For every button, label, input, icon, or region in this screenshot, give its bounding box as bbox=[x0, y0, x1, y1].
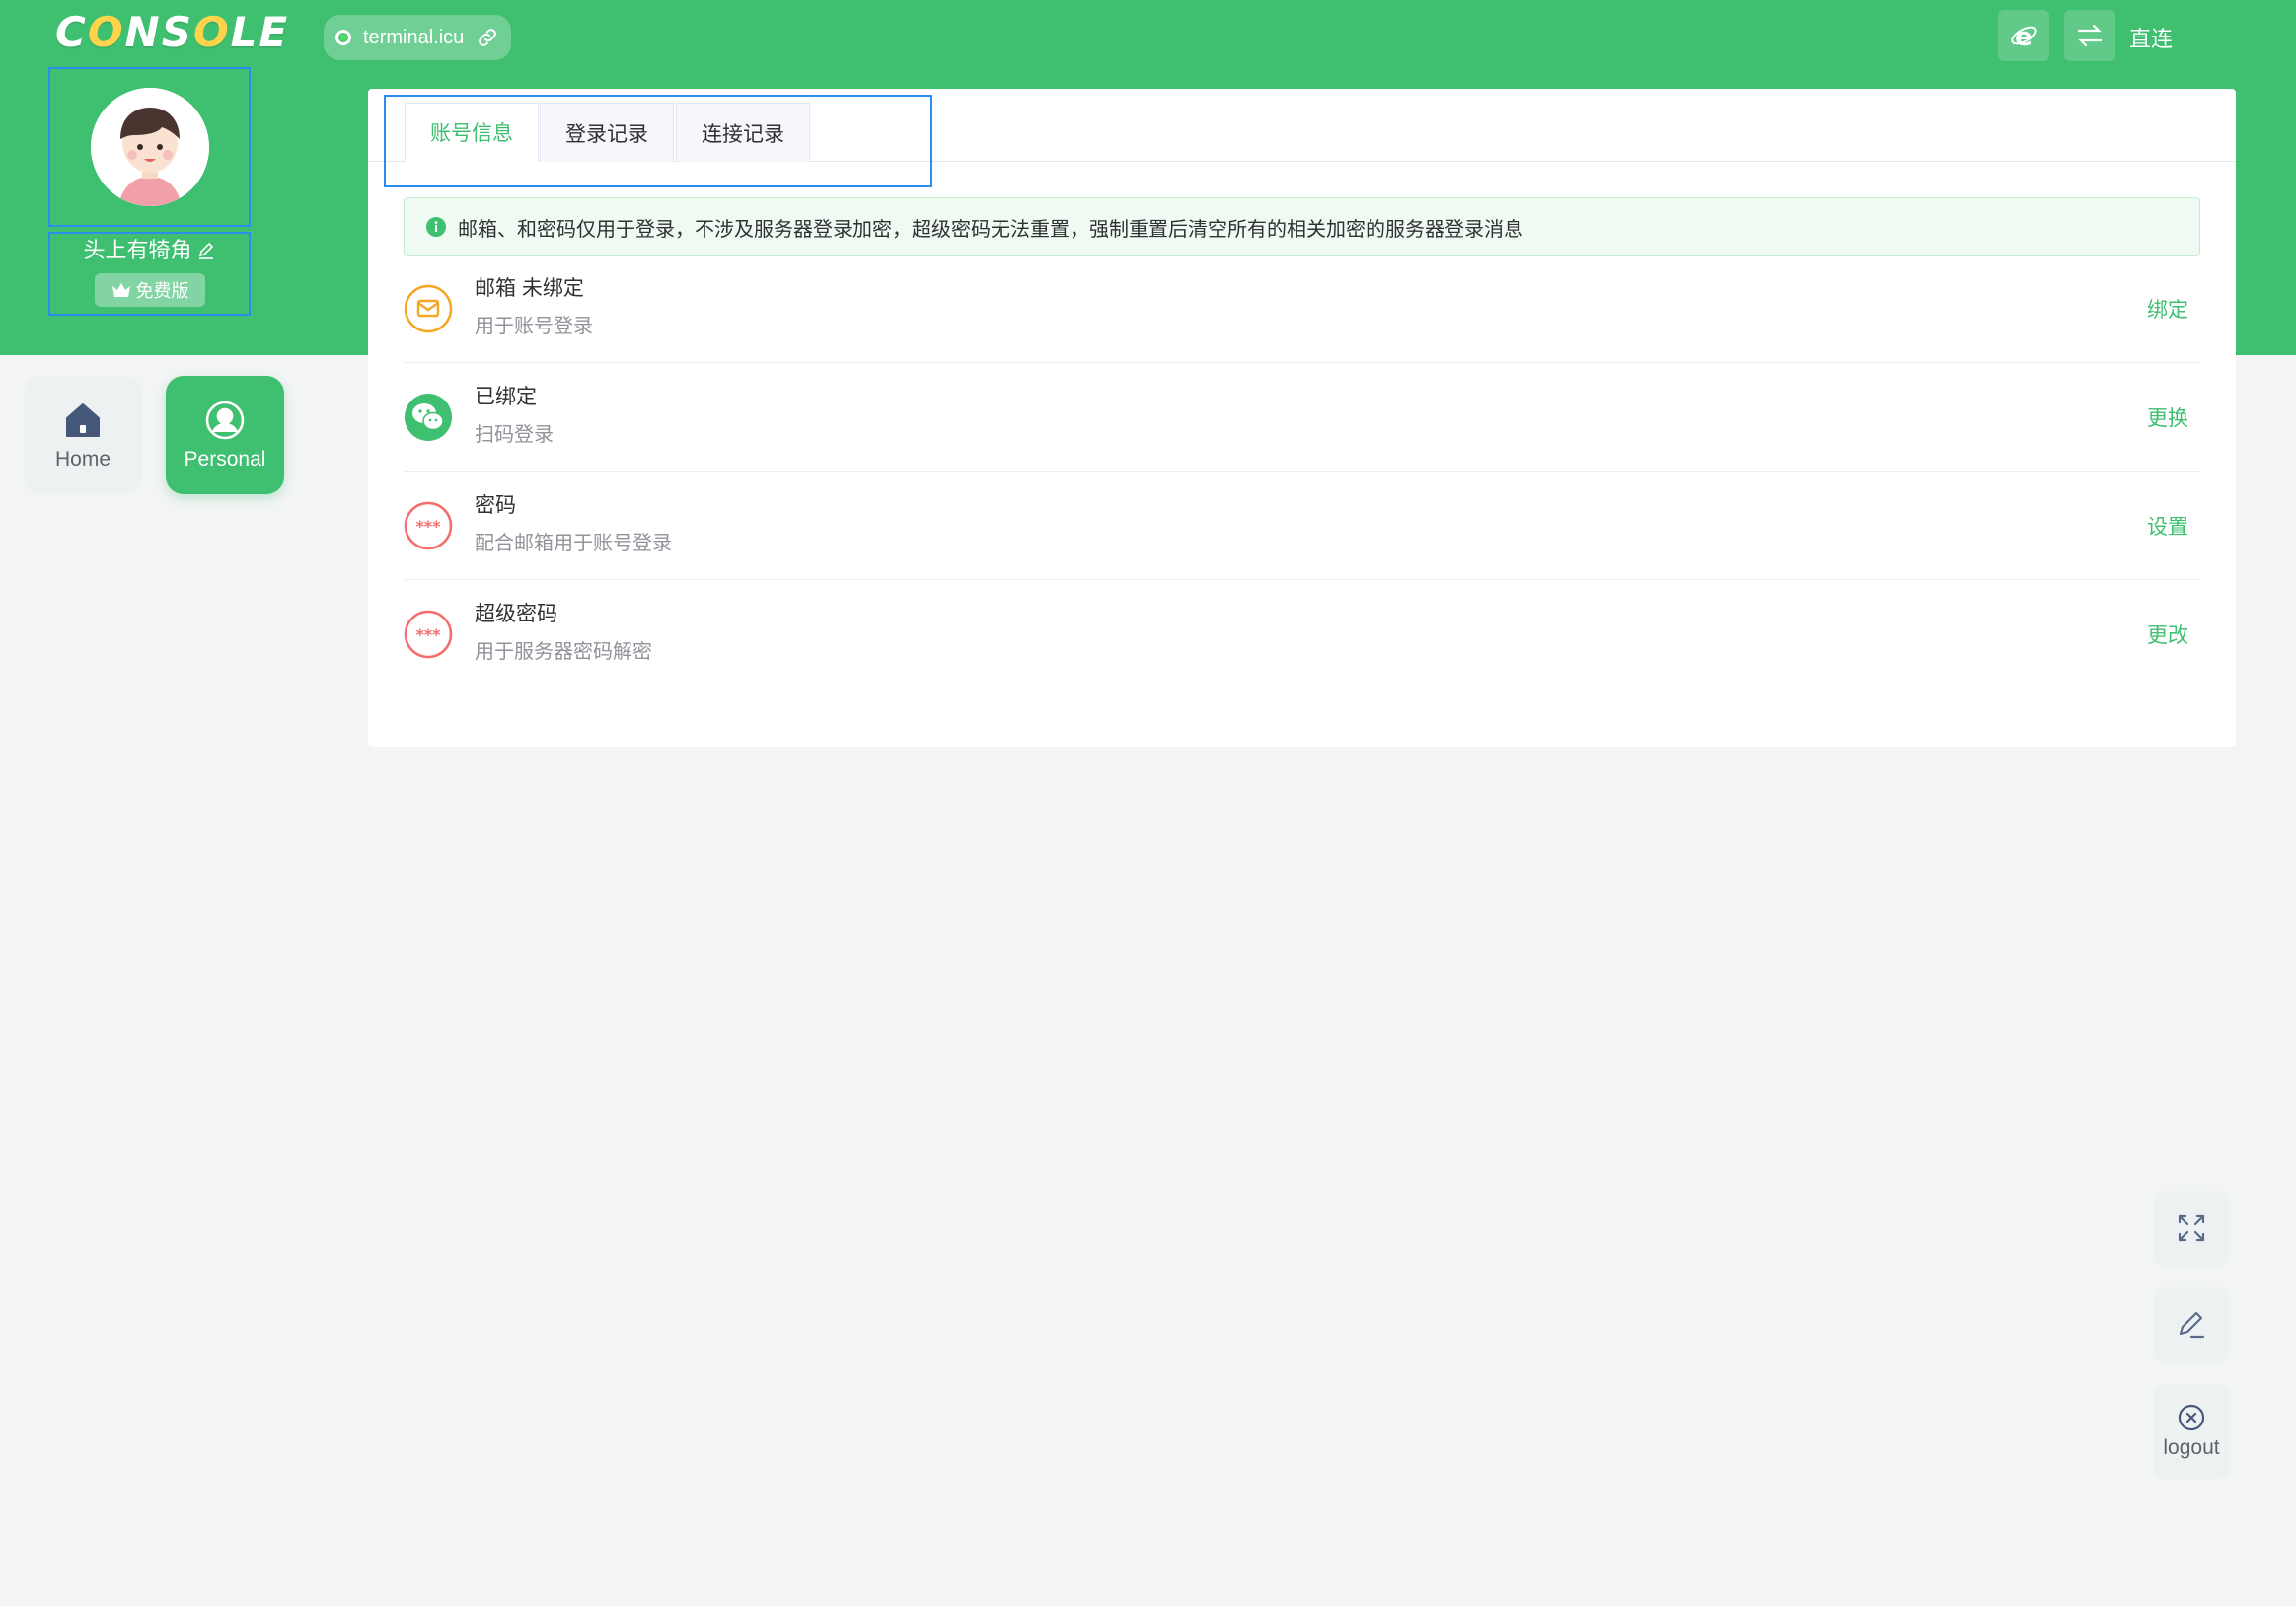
app-logo: CONSOLE bbox=[55, 8, 290, 56]
svg-text:***: *** bbox=[415, 517, 441, 536]
password-icon: *** bbox=[404, 501, 453, 550]
info-icon bbox=[426, 217, 446, 237]
row-desc: 用于服务器密码解密 bbox=[475, 641, 652, 663]
browser-button[interactable]: e bbox=[1998, 10, 2049, 61]
link-icon bbox=[479, 29, 497, 46]
fullscreen-icon bbox=[2178, 1214, 2205, 1242]
row-title: 密码 bbox=[475, 494, 516, 517]
profile-info: 头上有犄角 免费版 bbox=[48, 232, 251, 316]
plan-badge: 免费版 bbox=[94, 273, 205, 307]
tab-bar: 账号信息 登录记录 连接记录 bbox=[368, 89, 2236, 162]
user-name-row[interactable]: 头上有犄角 bbox=[83, 234, 215, 267]
row-desc: 扫码登录 bbox=[475, 424, 554, 446]
bind-email-button[interactable]: 绑定 bbox=[2147, 294, 2188, 324]
setting-row-email: 邮箱 未绑定 用于账号登录 绑定 bbox=[404, 255, 2200, 363]
edit-button[interactable] bbox=[2154, 1287, 2229, 1362]
status-dot-icon bbox=[335, 30, 351, 45]
nav-personal-label: Personal bbox=[184, 448, 266, 471]
svg-text:***: *** bbox=[415, 625, 441, 644]
avatar[interactable] bbox=[90, 88, 209, 206]
tab-login-history[interactable]: 登录记录 bbox=[540, 103, 674, 162]
row-desc: 配合邮箱用于账号登录 bbox=[475, 533, 672, 554]
row-title: 邮箱 未绑定 bbox=[475, 277, 584, 300]
connection-mode[interactable]: 直连 bbox=[2129, 22, 2173, 53]
fullscreen-button[interactable] bbox=[2154, 1191, 2229, 1266]
tab-account-info[interactable]: 账号信息 bbox=[405, 103, 539, 162]
edit-name-icon[interactable] bbox=[196, 241, 216, 260]
change-super-password-button[interactable]: 更改 bbox=[2147, 620, 2188, 649]
switch-icon bbox=[2077, 24, 2103, 47]
wechat-icon bbox=[405, 394, 452, 441]
change-wechat-button[interactable]: 更换 bbox=[2147, 402, 2188, 432]
info-notice: 邮箱、和密码仅用于登录，不涉及服务器登录加密，超级密码无法重置，强制重置后清空所… bbox=[404, 197, 2200, 256]
user-icon bbox=[205, 401, 245, 440]
logout-label: logout bbox=[2163, 1436, 2220, 1459]
pen-icon bbox=[2179, 1311, 2205, 1339]
row-title: 已绑定 bbox=[475, 386, 537, 408]
set-password-button[interactable]: 设置 bbox=[2147, 511, 2188, 541]
host-chip[interactable]: terminal.icu bbox=[324, 15, 511, 60]
notice-text: 邮箱、和密码仅用于登录，不涉及服务器登录加密，超级密码无法重置，强制重置后清空所… bbox=[458, 218, 1523, 241]
tab-connection-history[interactable]: 连接记录 bbox=[676, 103, 810, 162]
setting-row-super-password: *** 超级密码 用于服务器密码解密 更改 bbox=[404, 580, 2200, 689]
nav-home-label: Home bbox=[54, 448, 111, 471]
setting-row-password: *** 密码 配合邮箱用于账号登录 设置 bbox=[404, 472, 2200, 580]
user-name: 头上有犄角 bbox=[83, 238, 192, 262]
account-card: 账号信息 登录记录 连接记录 邮箱、和密码仅用于登录，不涉及服务器登录加密，超级… bbox=[368, 89, 2236, 747]
row-title: 超级密码 bbox=[475, 603, 557, 625]
plan-label: 免费版 bbox=[135, 281, 189, 301]
super-password-icon: *** bbox=[404, 610, 453, 659]
ie-icon: e bbox=[2011, 23, 2037, 50]
logout-button[interactable]: logout bbox=[2154, 1384, 2229, 1479]
nav-personal[interactable]: Personal bbox=[166, 376, 284, 494]
nav-home[interactable]: Home bbox=[24, 376, 142, 494]
home-icon bbox=[66, 403, 100, 437]
setting-row-wechat: 已绑定 扫码登录 更换 bbox=[404, 363, 2200, 472]
avatar-illustration bbox=[90, 88, 209, 206]
row-desc: 用于账号登录 bbox=[475, 316, 593, 337]
avatar-box[interactable] bbox=[48, 67, 251, 227]
mail-icon bbox=[404, 284, 453, 333]
host-label: terminal.icu bbox=[363, 26, 465, 48]
crown-icon bbox=[111, 283, 130, 297]
switch-button[interactable] bbox=[2064, 10, 2115, 61]
close-circle-icon bbox=[2178, 1404, 2205, 1431]
